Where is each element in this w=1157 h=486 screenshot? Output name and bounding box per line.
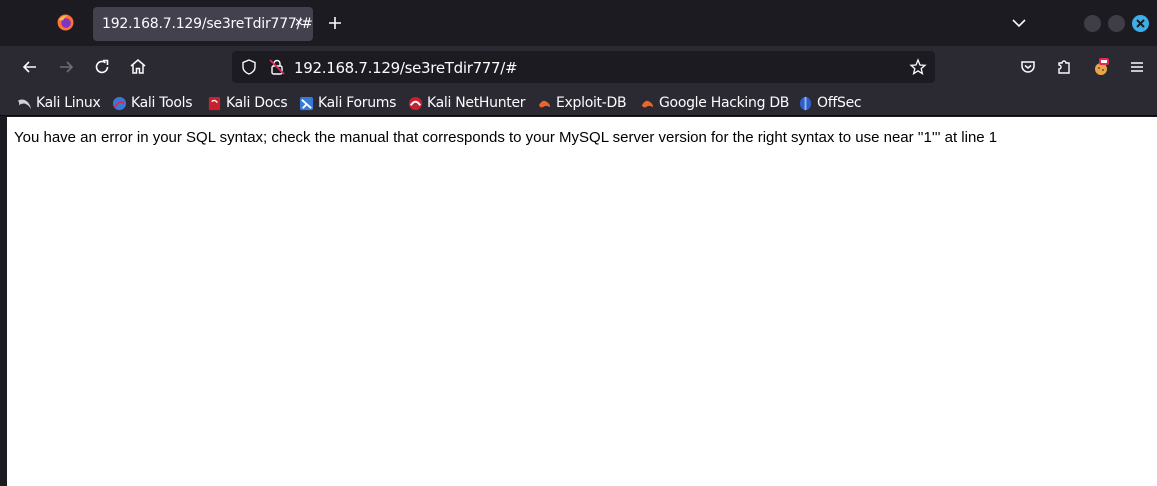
bookmark-google-hacking-db[interactable]: Google Hacking DB bbox=[640, 93, 789, 113]
back-arrow-icon[interactable] bbox=[20, 57, 40, 77]
kali-tools-icon bbox=[112, 96, 127, 110]
forward-arrow-icon[interactable] bbox=[56, 57, 76, 77]
shield-icon[interactable] bbox=[240, 58, 258, 76]
url-host: 192.168.7.129 bbox=[294, 59, 400, 77]
firefox-icon bbox=[57, 14, 74, 31]
navigation-toolbar: 192.168.7.129/se3reTdir777/# bbox=[0, 46, 1157, 88]
url-bar[interactable]: 192.168.7.129/se3reTdir777/# bbox=[232, 51, 935, 83]
bookmark-label: Kali Docs bbox=[226, 95, 288, 111]
new-tab-icon[interactable] bbox=[325, 13, 345, 33]
kali-docs-icon bbox=[208, 96, 221, 110]
tab-strip: 192.168.7.129/se3reTdir777/# × bbox=[0, 0, 1157, 46]
bookmark-offsec[interactable]: OffSec bbox=[798, 93, 862, 113]
bookmark-label: Kali NetHunter bbox=[427, 95, 526, 111]
exploit-db-icon bbox=[538, 100, 551, 107]
minimize-button[interactable] bbox=[1084, 15, 1101, 32]
menu-icon[interactable] bbox=[1127, 57, 1147, 77]
bookmark-kali-linux[interactable]: Kali Linux bbox=[17, 93, 101, 113]
pocket-icon[interactable] bbox=[1018, 57, 1038, 77]
maximize-button[interactable] bbox=[1108, 15, 1125, 32]
close-icon bbox=[1136, 19, 1145, 28]
cookie-extension-icon[interactable] bbox=[1091, 57, 1111, 77]
tab-active[interactable]: 192.168.7.129/se3reTdir777/# × bbox=[93, 7, 313, 41]
bookmark-label: Kali Linux bbox=[36, 95, 101, 111]
bookmarks-toolbar: Kali Linux Kali Tools Kali Docs Kali For… bbox=[0, 88, 1157, 116]
bookmark-label: Kali Forums bbox=[318, 95, 397, 111]
bookmark-label: Google Hacking DB bbox=[659, 95, 790, 111]
offsec-icon bbox=[799, 96, 812, 110]
insecure-lock-icon[interactable] bbox=[268, 58, 286, 76]
kali-forums-icon bbox=[299, 96, 314, 110]
bookmark-kali-nethunter[interactable]: Kali NetHunter bbox=[408, 93, 526, 113]
bookmark-label: OffSec bbox=[817, 95, 862, 111]
bookmark-label: Kali Tools bbox=[131, 95, 193, 111]
page-content: You have an error in your SQL syntax; ch… bbox=[7, 117, 1157, 486]
bookmark-kali-docs[interactable]: Kali Docs bbox=[207, 93, 288, 113]
extensions-icon[interactable] bbox=[1054, 57, 1074, 77]
bookmark-label: Exploit-DB bbox=[556, 95, 627, 111]
bookmark-kali-tools[interactable]: Kali Tools bbox=[112, 93, 193, 113]
nethunter-icon bbox=[408, 96, 423, 110]
close-window-button[interactable] bbox=[1132, 15, 1149, 32]
home-icon[interactable] bbox=[128, 57, 148, 77]
reload-icon[interactable] bbox=[92, 57, 112, 77]
url-text[interactable]: 192.168.7.129/se3reTdir777/# bbox=[294, 59, 518, 77]
chevron-down-icon[interactable] bbox=[1010, 14, 1028, 32]
ghdb-icon bbox=[641, 100, 654, 107]
bookmark-exploit-db[interactable]: Exploit-DB bbox=[537, 93, 627, 113]
tab-title: 192.168.7.129/se3reTdir777/# bbox=[102, 16, 313, 32]
star-icon[interactable] bbox=[909, 58, 927, 76]
bookmark-kali-forums[interactable]: Kali Forums bbox=[299, 93, 396, 113]
url-path: /se3reTdir777/# bbox=[399, 59, 518, 77]
tab-close-icon[interactable]: × bbox=[292, 13, 306, 33]
kali-dragon-icon bbox=[17, 98, 32, 109]
window-left-edge bbox=[0, 117, 7, 486]
sql-error-message: You have an error in your SQL syntax; ch… bbox=[14, 129, 998, 146]
